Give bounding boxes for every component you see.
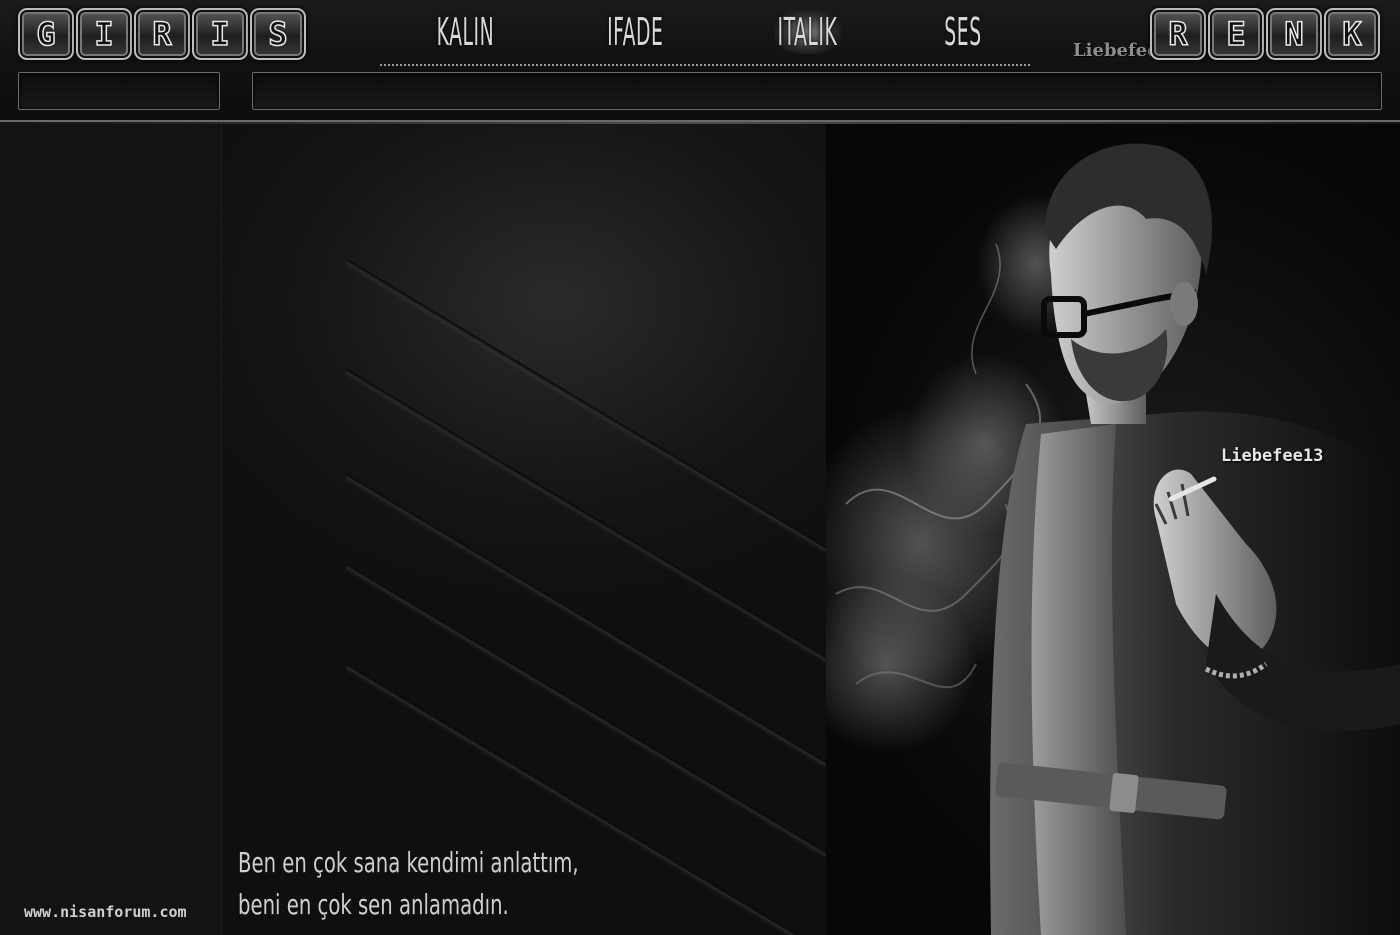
decorative-stripe (345, 474, 826, 767)
menu-item-italik[interactable]: ITALIK (774, 10, 842, 54)
giris-button-group[interactable]: G I R I S (18, 8, 306, 60)
chat-area: Ben en çok sana kendimi anlattım, beni e… (222, 124, 826, 935)
message-input[interactable] (253, 73, 1381, 109)
giris-tile[interactable]: I (192, 8, 248, 60)
message-field[interactable] (252, 72, 1382, 110)
format-menu: KALIN IFADE ITALIK SES (380, 0, 1030, 66)
photo-watermark: Liebefee13 (1221, 446, 1324, 466)
quote-line-1: Ben en çok sana kendimi anlattım, (238, 846, 579, 879)
nickname-input[interactable] (19, 73, 219, 109)
giris-tile[interactable]: G (18, 8, 74, 60)
man-smoking-illustration (826, 143, 1400, 935)
renk-tile[interactable]: K (1324, 8, 1380, 60)
site-url: www.nisanforum.com (24, 903, 187, 921)
left-panel: www.nisanforum.com (0, 124, 222, 935)
menu-item-ses[interactable]: SES (941, 10, 985, 54)
giris-tile[interactable]: R (134, 8, 190, 60)
nickname-field[interactable] (18, 72, 220, 110)
giris-tile[interactable]: S (250, 8, 306, 60)
renk-tile[interactable]: N (1266, 8, 1322, 60)
decorative-stripe (345, 259, 826, 552)
menu-item-ifade[interactable]: IFADE (604, 10, 667, 54)
renk-button-group[interactable]: R E N K (1150, 8, 1380, 60)
renk-tile[interactable]: R (1150, 8, 1206, 60)
quote-text: Ben en çok sana kendimi anlattım, beni e… (238, 842, 579, 926)
toolbar: G I R I S KALIN IFADE ITALIK SES Liebefe… (0, 0, 1400, 126)
giris-tile[interactable]: I (76, 8, 132, 60)
quote-line-2: beni en çok sen anlamadın. (238, 888, 509, 921)
photo-panel: Liebefee13 (826, 124, 1400, 935)
renk-tile[interactable]: E (1208, 8, 1264, 60)
menu-item-kalin[interactable]: KALIN (433, 10, 497, 54)
